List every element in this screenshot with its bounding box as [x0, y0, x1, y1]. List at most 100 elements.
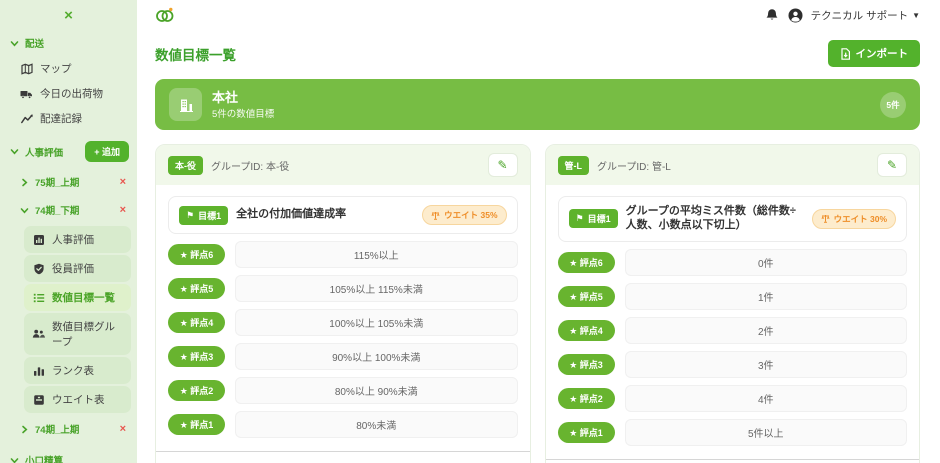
- weight-badge: ウエイト 35%: [422, 205, 506, 225]
- section-label: 配送: [25, 36, 44, 50]
- rating-pill: ★ 評点4: [558, 320, 615, 341]
- add-period-button[interactable]: + 追加: [85, 141, 129, 162]
- rating-pill: ★ 評点5: [168, 278, 225, 299]
- section-label: 人事評価: [25, 145, 63, 159]
- pencil-icon: ✎: [497, 158, 507, 172]
- edit-group-button[interactable]: ✎: [488, 153, 518, 177]
- building-icon: [169, 88, 202, 121]
- rating-value: 100%以上 105%未満: [235, 309, 518, 336]
- rating-value: 2件: [625, 317, 908, 344]
- main-content: テクニカル サポート ▼ 数値目標一覧 インポート 本社 5件の数値目標 5件 …: [137, 0, 940, 463]
- rating-pill: ★ 評点6: [168, 244, 225, 265]
- star-icon: ★: [569, 292, 577, 302]
- goal-header: ⚑目標1 グループの平均ミス件数（総件数÷人数、小数点以下切上） ウエイト 30…: [558, 196, 908, 242]
- notification-bell-icon[interactable]: [765, 8, 780, 23]
- goal-badge: ⚑目標1: [569, 209, 618, 228]
- star-icon: ★: [180, 284, 188, 294]
- sidebar-item-delivery-records[interactable]: 配達記録: [0, 106, 137, 131]
- rating-value: 4件: [625, 385, 908, 412]
- weight-table-icon: [32, 393, 45, 406]
- group-card: 本-役 グループID: 本-役 ✎ ⚑目標1 全社の付加価値達成率 ウエイト 3…: [155, 144, 531, 463]
- sidebar-item-label: 人事評価: [52, 232, 94, 247]
- sidebar-subitem-officer-evaluation[interactable]: 役員評価: [24, 255, 131, 282]
- sidebar-subitem-numeric-targets[interactable]: 数値目標一覧: [24, 284, 131, 311]
- sidebar-item-label: ウエイト表: [52, 392, 105, 407]
- rating-row: ★ 評点2 80%以上 90%未満: [168, 377, 518, 404]
- rating-row: ★ 評点3 90%以上 100%未満: [168, 343, 518, 370]
- chevron-down-icon: [20, 206, 29, 215]
- sidebar-section-petty-cash[interactable]: 小口精算: [0, 443, 137, 463]
- goal-header: ⚑目標1 全社の付加価値達成率 ウエイト 35%: [168, 196, 518, 234]
- chevron-down-icon: [10, 456, 19, 463]
- star-icon: ★: [180, 250, 188, 260]
- sidebar-item-label: マップ: [40, 61, 72, 76]
- people-icon: [32, 328, 45, 341]
- sidebar-period-74-second[interactable]: 74期_下期 ×: [0, 196, 137, 224]
- rating-value: 90%以上 100%未満: [235, 343, 518, 370]
- import-button[interactable]: インポート: [828, 40, 921, 67]
- sidebar-section-delivery[interactable]: 配送: [0, 26, 137, 56]
- goal-title: 全社の付加価値達成率: [236, 208, 346, 222]
- goal-badge: ⚑目標1: [179, 206, 228, 225]
- goal-divider: [156, 451, 530, 452]
- chevron-down-icon: [10, 39, 19, 48]
- banner-title: 本社: [212, 89, 274, 107]
- rating-pill: ★ 評点2: [168, 380, 225, 401]
- delete-icon[interactable]: ×: [117, 204, 129, 216]
- weight-badge: ウエイト 30%: [812, 209, 896, 229]
- rating-row: ★ 評点3 3件: [558, 351, 908, 378]
- rating-pill: ★ 評点5: [558, 286, 615, 307]
- rating-pill: ★ 評点3: [558, 354, 615, 375]
- rating-value: 5件以上: [625, 419, 908, 446]
- star-icon: ★: [180, 386, 188, 396]
- rating-pill: ★ 評点2: [558, 388, 615, 409]
- sidebar-item-map[interactable]: マップ: [0, 56, 137, 81]
- sidebar-item-label: 配達記録: [40, 111, 82, 126]
- sidebar-section-hr-evaluation[interactable]: 人事評価 + 追加: [0, 131, 137, 168]
- group-card-header: 管-L グループID: 管-L ✎: [546, 145, 920, 185]
- star-icon: ★: [180, 352, 188, 362]
- period-label: 74期_下期: [35, 203, 79, 217]
- user-avatar-icon[interactable]: [788, 8, 803, 23]
- rating-pill: ★ 評点4: [168, 312, 225, 333]
- delete-icon[interactable]: ×: [117, 423, 129, 435]
- sidebar-close-icon[interactable]: ×: [0, 6, 137, 26]
- rating-row: ★ 評点2 4件: [558, 385, 908, 412]
- sidebar-item-todays-shipments[interactable]: 今日の出荷物: [0, 81, 137, 106]
- sidebar-period-75-first[interactable]: 75期_上期 ×: [0, 168, 137, 196]
- shield-check-icon: [32, 262, 45, 275]
- sidebar-item-label: 数値目標グループ: [52, 319, 123, 349]
- group-id-label: グループID: 管-L: [597, 158, 671, 173]
- scale-icon: [821, 214, 830, 223]
- rating-row: ★ 評点6 115%以上: [168, 241, 518, 268]
- sidebar-period-74-first[interactable]: 74期_上期 ×: [0, 415, 137, 443]
- rating-row: ★ 評点1 80%未満: [168, 411, 518, 438]
- rating-value: 105%以上 115%未満: [235, 275, 518, 302]
- account-menu[interactable]: テクニカル サポート ▼: [811, 8, 920, 23]
- star-icon: ★: [180, 318, 188, 328]
- scale-icon: [431, 211, 440, 220]
- sidebar-subitem-weight-table[interactable]: ウエイト表: [24, 386, 131, 413]
- goal-title: グループの平均ミス件数（総件数÷人数、小数点以下切上）: [626, 205, 804, 233]
- banner-subtitle: 5件の数値目標: [212, 106, 274, 120]
- rating-row: ★ 評点4 2件: [558, 317, 908, 344]
- sidebar-item-label: 役員評価: [52, 261, 94, 276]
- group-id-label: グループID: 本-役: [211, 158, 289, 173]
- edit-group-button[interactable]: ✎: [877, 153, 907, 177]
- sidebar-subitem-numeric-target-groups[interactable]: 数値目標グループ: [24, 313, 131, 355]
- group-card: 管-L グループID: 管-L ✎ ⚑目標1 グループの平均ミス件数（総件数÷人…: [545, 144, 921, 463]
- sidebar-subitem-hr-evaluation[interactable]: 人事評価: [24, 226, 131, 253]
- delete-icon[interactable]: ×: [117, 176, 129, 188]
- rating-row: ★ 評点6 0件: [558, 249, 908, 276]
- headquarters-banner[interactable]: 本社 5件の数値目標 5件: [155, 79, 920, 130]
- bar-chart-icon: [32, 233, 45, 246]
- sidebar-item-label: ランク表: [52, 363, 94, 378]
- rating-row: ★ 評点1 5件以上: [558, 419, 908, 446]
- sidebar-subitem-rank-table[interactable]: ランク表: [24, 357, 131, 384]
- group-card-header: 本-役 グループID: 本-役 ✎: [156, 145, 530, 185]
- rating-value: 115%以上: [235, 241, 518, 268]
- goal-divider: [546, 459, 920, 460]
- rating-pill: ★ 評点1: [168, 414, 225, 435]
- rating-pill: ★ 評点6: [558, 252, 615, 273]
- rating-value: 80%未満: [235, 411, 518, 438]
